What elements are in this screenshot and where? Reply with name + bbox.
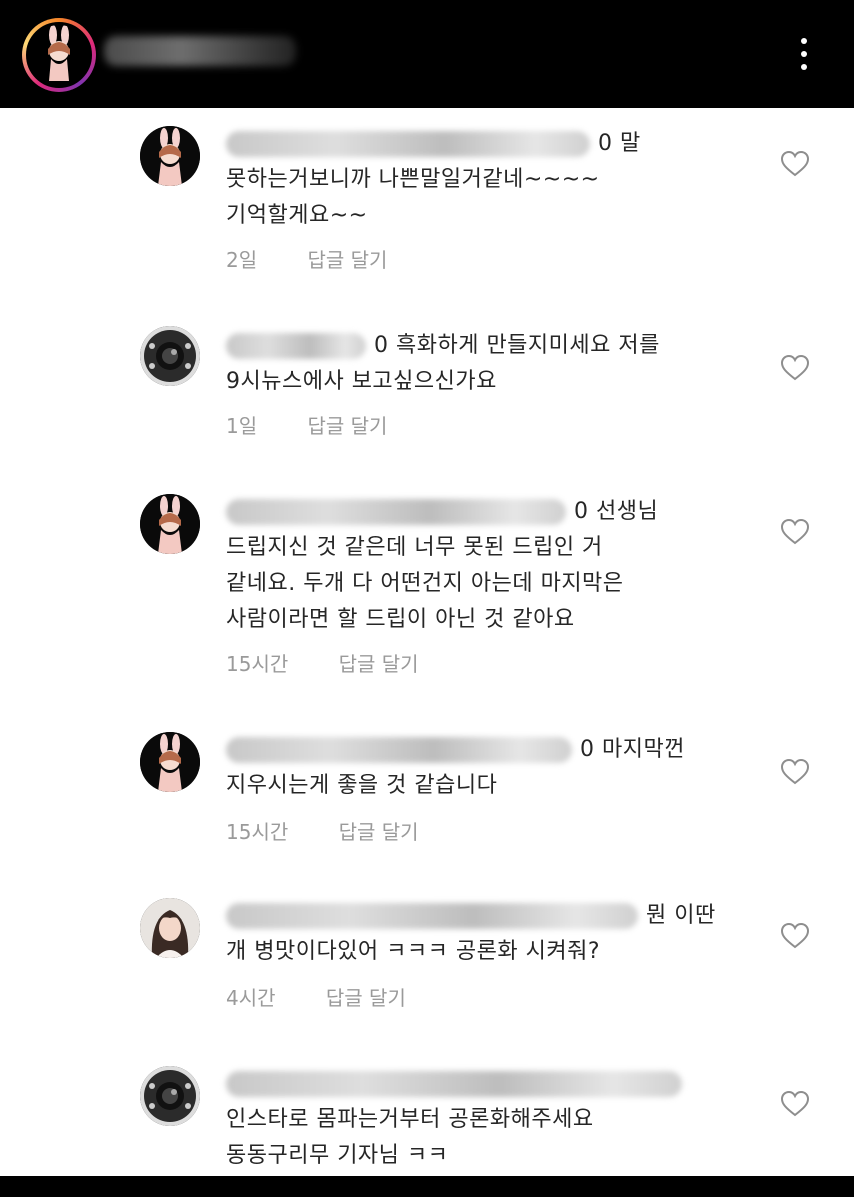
profile-avatar[interactable] (22, 18, 96, 92)
username-redacted[interactable] (226, 131, 590, 157)
comment-line: 0 마지막껀 (580, 737, 685, 762)
top-bar (0, 0, 854, 108)
comment-line: 사람이라면 할 드립이 아닌 것 같아요 (226, 607, 575, 632)
heart-icon[interactable] (780, 150, 810, 178)
bunny-avatar-icon[interactable] (140, 494, 200, 554)
username-redacted[interactable] (226, 737, 572, 763)
comment-time: 15시간 (226, 652, 289, 676)
comment-time: 2일 (226, 248, 258, 272)
username-redacted[interactable] (226, 903, 638, 929)
comment-line: 같네요. 두개 다 어떤건지 아는데 마지막은 (226, 571, 624, 596)
comment-text: 0 선생님 드립지신 것 같은데 너무 못된 드립인 거 같네요. 두개 다 어… (226, 494, 746, 638)
comment-meta: 2일 답글 달기 (226, 244, 387, 273)
username-redacted[interactable] (226, 1071, 682, 1097)
reply-button[interactable]: 답글 달기 (339, 648, 419, 677)
heart-icon[interactable] (780, 518, 810, 546)
comment-line: 동동구리무 기자님 ㅋㅋ (226, 1143, 449, 1168)
username-redacted (104, 36, 296, 66)
username-redacted[interactable] (226, 333, 366, 359)
comment-line: 0 흑화하게 만들지미세요 저를 (374, 333, 660, 358)
username-redacted[interactable] (226, 499, 566, 525)
comment-line: 뭔 이딴 (646, 903, 716, 928)
comment-meta: 15시간 답글 달기 (226, 816, 419, 845)
bunny-avatar-icon (26, 22, 92, 88)
heart-icon[interactable] (780, 758, 810, 786)
comment-text: 뭔 이딴 개 병맛이다있어 ㅋㅋㅋ 공론화 시켜줘? (226, 898, 746, 970)
reply-button[interactable]: 답글 달기 (307, 410, 387, 439)
camera-avatar-icon[interactable] (140, 326, 200, 386)
comment-time: 1일 (226, 414, 258, 438)
comment-line: 0 말 (598, 131, 641, 156)
comment-list: 0 말 못하는거보니까 나쁜말일거같네~~~~ 기억할게요~~ 2일 답글 달기… (0, 108, 854, 1176)
comment-meta: 15시간 답글 달기 (226, 648, 419, 677)
heart-icon[interactable] (780, 1090, 810, 1118)
reply-button[interactable]: 답글 달기 (326, 982, 406, 1011)
comment-line: 못하는거보니까 나쁜말일거같네~~~~ (226, 167, 600, 192)
comment-line: 인스타로 몸파는거부터 공론화해주세요 (226, 1107, 594, 1132)
comment-text: 0 말 못하는거보니까 나쁜말일거같네~~~~ 기억할게요~~ (226, 126, 746, 234)
heart-icon[interactable] (780, 354, 810, 382)
bunny-avatar-icon[interactable] (140, 126, 200, 186)
comment-meta: 1일 답글 달기 (226, 410, 387, 439)
comment-line: 드립지신 것 같은데 너무 못된 드립인 거 (226, 535, 603, 560)
comment-time: 15시간 (226, 820, 289, 844)
reply-button[interactable]: 답글 달기 (339, 816, 419, 845)
bunny-avatar-icon[interactable] (140, 732, 200, 792)
camera-avatar-icon[interactable] (140, 1066, 200, 1126)
bottom-bar (0, 1176, 854, 1197)
comment-text: 인스타로 몸파는거부터 공론화해주세요 동동구리무 기자님 ㅋㅋ (226, 1066, 746, 1174)
comment-line: 개 병맛이다있어 ㅋㅋㅋ 공론화 시켜줘? (226, 939, 600, 964)
comment-line: 기억할게요~~ (226, 203, 368, 228)
more-vertical-icon[interactable] (794, 36, 814, 72)
girl-photo-avatar-icon[interactable] (140, 898, 200, 958)
comment-text: 0 흑화하게 만들지미세요 저를 9시뉴스에사 보고싶으신가요 (226, 328, 746, 400)
comment-time: 4시간 (226, 986, 276, 1010)
comment-text: 0 마지막껀 지우시는게 좋을 것 같습니다 (226, 732, 746, 804)
comment-line: 9시뉴스에사 보고싶으신가요 (226, 369, 497, 394)
comment-line: 0 선생님 (574, 499, 659, 524)
reply-button[interactable]: 답글 달기 (307, 244, 387, 273)
comment-line: 지우시는게 좋을 것 같습니다 (226, 773, 498, 798)
comment-meta: 4시간 답글 달기 (226, 982, 406, 1011)
heart-icon[interactable] (780, 922, 810, 950)
